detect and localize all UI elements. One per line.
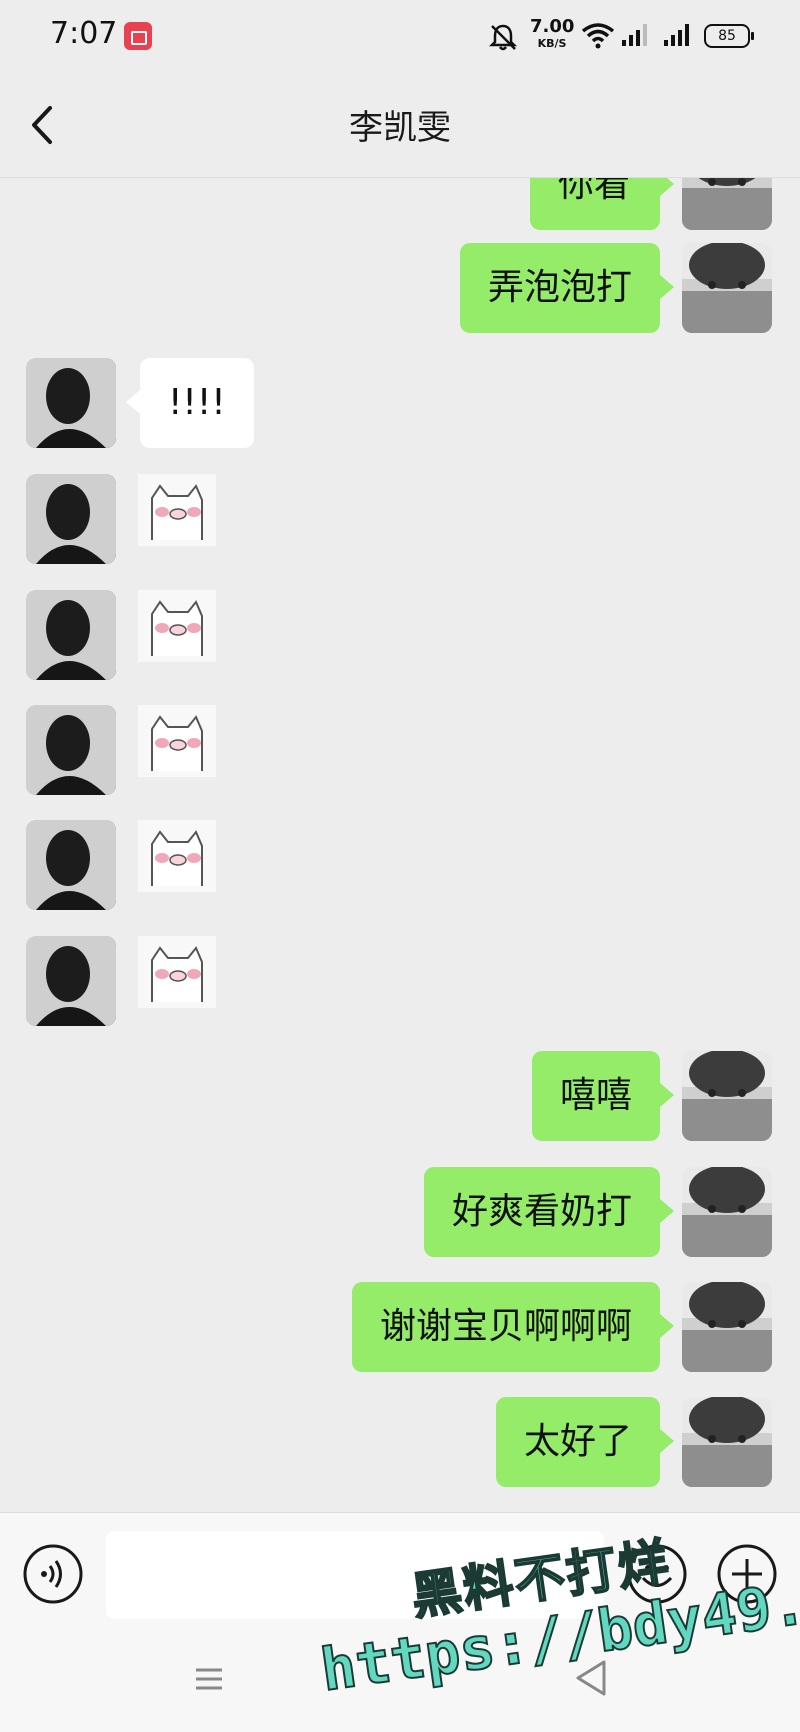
my-avatar[interactable]: [682, 178, 772, 230]
my-avatar[interactable]: [682, 243, 772, 333]
sent-bubble[interactable]: 弄泡泡打: [459, 243, 675, 333]
emoji-icon[interactable]: [626, 1543, 688, 1605]
contact-avatar[interactable]: [26, 936, 116, 1026]
input-bar: [0, 1512, 800, 1632]
network-speed-unit: KB/S: [537, 37, 567, 50]
pig-sticker[interactable]: [138, 936, 216, 1008]
battery-icon: 85: [704, 24, 754, 48]
sent-bubble[interactable]: 太好了: [495, 1397, 675, 1487]
contact-avatar[interactable]: [26, 590, 116, 680]
sent-bubble[interactable]: 好爽看奶打: [423, 1167, 675, 1257]
mute-bell-icon: [488, 24, 518, 51]
voice-input-icon[interactable]: [22, 1543, 84, 1605]
pig-sticker[interactable]: [138, 820, 216, 892]
my-avatar[interactable]: [682, 1051, 772, 1141]
contact-avatar[interactable]: [26, 358, 116, 448]
message-list[interactable]: 你看 弄泡泡打 !!!! 嘻嘻 好爽看奶打 谢谢宝贝啊啊啊 太好了: [0, 178, 800, 1512]
status-bar: 7:07 7.00 KB/S 85: [0, 0, 800, 72]
cell-signal-icon: [622, 24, 647, 46]
pig-sticker[interactable]: [138, 590, 216, 662]
network-speed-value: 7.00: [530, 16, 575, 37]
sent-bubble[interactable]: 嘻嘻: [531, 1051, 675, 1141]
my-avatar[interactable]: [682, 1167, 772, 1257]
system-nav-bar: [0, 1632, 800, 1732]
sent-bubble[interactable]: 谢谢宝贝啊啊啊: [351, 1282, 675, 1372]
sent-bubble[interactable]: 你看: [530, 178, 674, 230]
status-time: 7:07: [50, 16, 118, 51]
contact-avatar[interactable]: [26, 474, 116, 564]
contact-avatar[interactable]: [26, 705, 116, 795]
network-speed: 7.00 KB/S: [530, 16, 575, 50]
my-avatar[interactable]: [682, 1282, 772, 1372]
pig-sticker[interactable]: [138, 474, 216, 546]
plus-icon[interactable]: [716, 1543, 778, 1605]
cell-signal-2-icon: [664, 24, 689, 46]
pig-sticker[interactable]: [138, 705, 216, 777]
recent-apps-icon[interactable]: [192, 1662, 226, 1696]
message-input[interactable]: [106, 1531, 604, 1619]
received-bubble[interactable]: !!!!: [126, 358, 254, 448]
my-avatar[interactable]: [682, 1397, 772, 1487]
nav-back-icon[interactable]: [574, 1658, 608, 1698]
chat-header: 李凯雯: [0, 72, 800, 178]
wifi-icon: [581, 23, 615, 49]
contact-avatar[interactable]: [26, 820, 116, 910]
chat-title: 李凯雯: [349, 108, 451, 148]
screen-record-icon: [124, 22, 152, 50]
